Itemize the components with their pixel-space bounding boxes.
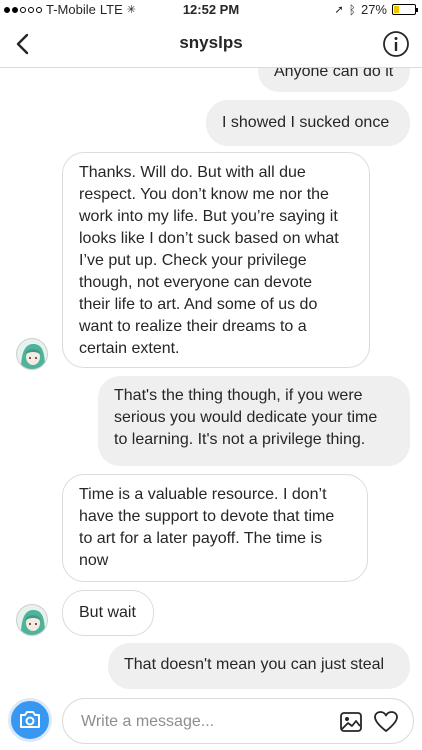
message-line: have the support to devote that time xyxy=(79,508,335,525)
message-bubble-incoming: Thanks. Will do. But with all due respec… xyxy=(62,152,370,368)
avatar-image xyxy=(21,610,45,635)
heart-icon xyxy=(374,711,398,732)
message-line: though, not everyone can devote xyxy=(79,274,313,291)
avatar-image xyxy=(21,344,45,369)
gallery-button[interactable] xyxy=(339,711,363,733)
camera-icon xyxy=(20,711,40,728)
message-line: respect. You don’t know me nor the xyxy=(79,186,329,203)
bluetooth-icon: ᛒ xyxy=(348,2,356,17)
message-line: to art for a later payoff. The time is xyxy=(79,530,323,547)
message-line: I’ve put up. Check your privilege xyxy=(79,252,307,269)
message-composer xyxy=(0,694,422,750)
info-icon xyxy=(383,31,409,57)
message-bubble-incoming: Time is a valuable resource. I don’t hav… xyxy=(62,474,368,582)
status-right: ➚ ᛒ 27% xyxy=(334,2,418,17)
battery-percent: 27% xyxy=(360,2,387,17)
camera-button[interactable] xyxy=(8,698,52,742)
message-text: I showed I sucked once xyxy=(222,114,390,131)
message-line: to learning. It's not a privilege thing. xyxy=(114,431,366,448)
avatar[interactable] xyxy=(16,604,48,636)
message-line: Time is a valuable resource. I don’t xyxy=(79,486,327,503)
like-button[interactable] xyxy=(373,710,399,734)
info-button[interactable] xyxy=(382,30,410,58)
message-line: now xyxy=(79,552,109,569)
message-bubble-outgoing: That's the thing though, if you were ser… xyxy=(98,376,410,466)
battery-level xyxy=(394,6,400,13)
message-line: certain extent. xyxy=(79,340,180,357)
message-line: looks like I don’t suck based on what xyxy=(79,230,339,247)
status-bar: T-Mobile LTE ✳ 12:52 PM ➚ ᛒ 27% xyxy=(0,0,422,20)
message-bubble-outgoing: I showed I sucked once xyxy=(206,100,410,146)
message-line: their life to art. And some of us do xyxy=(79,296,318,313)
avatar[interactable] xyxy=(16,338,48,370)
message-text: That doesn't mean you can just steal xyxy=(124,656,385,673)
message-text: But wait xyxy=(79,604,136,621)
message-line: work into my life. But you’re saying it xyxy=(79,208,338,225)
message-input-container xyxy=(62,698,414,744)
message-line: That's the thing though, if you were xyxy=(114,387,363,404)
message-list[interactable]: Anyone can do it I showed I sucked once … xyxy=(0,0,422,750)
message-line: want to realize their dreams to a xyxy=(79,318,307,335)
message-bubble-incoming: But wait xyxy=(62,590,154,636)
message-line: Thanks. Will do. But with all due xyxy=(79,164,306,181)
message-bubble-outgoing: That doesn't mean you can just steal xyxy=(108,643,410,689)
battery-icon xyxy=(392,4,418,15)
message-line: serious you would dedicate your time xyxy=(114,409,378,426)
gallery-icon xyxy=(340,712,362,732)
conversation-title[interactable]: snyslps xyxy=(0,33,422,53)
chat-header: snyslps xyxy=(0,20,422,68)
message-input[interactable] xyxy=(81,711,311,733)
location-icon: ➚ xyxy=(334,4,344,16)
